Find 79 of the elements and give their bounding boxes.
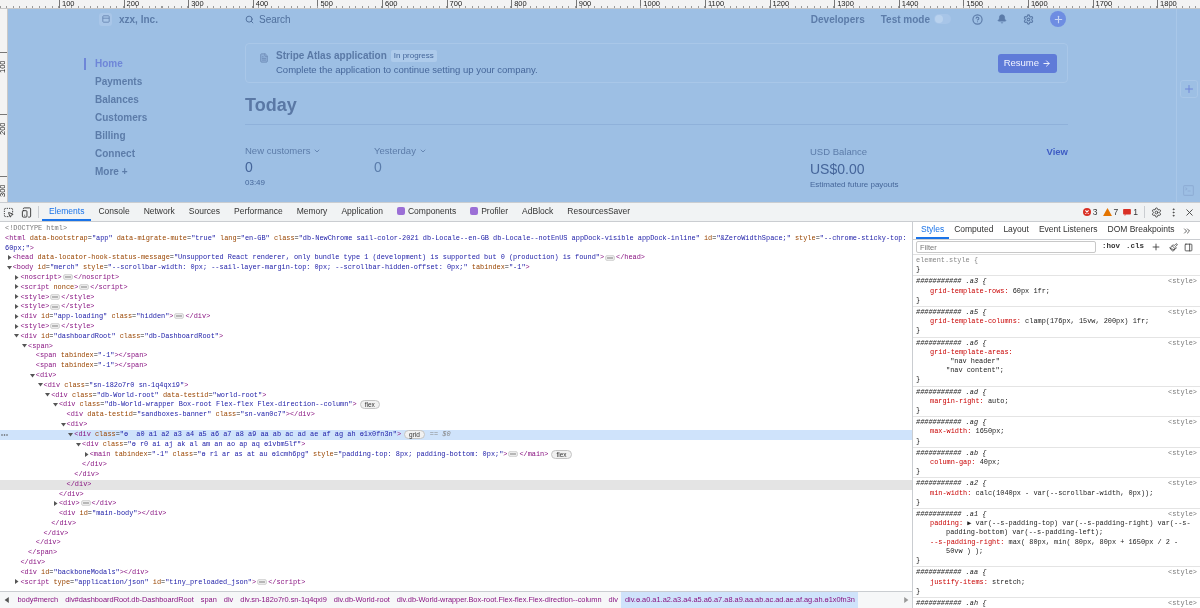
expand-arrow-icon[interactable] xyxy=(14,323,20,329)
device-icon[interactable] xyxy=(21,206,32,218)
new-rule-icon[interactable] xyxy=(1151,242,1162,252)
collapse-arrow-icon[interactable] xyxy=(29,372,35,378)
chevron-down-icon xyxy=(418,147,427,155)
store-logo-icon xyxy=(99,12,112,26)
banner-title: Stripe Atlas application xyxy=(276,49,387,64)
collapse-arrow-icon[interactable] xyxy=(6,264,12,270)
chevron-down-icon xyxy=(313,147,322,155)
arrow-right-icon xyxy=(1042,58,1051,68)
plus-icon xyxy=(1182,83,1195,95)
devtools-tab[interactable]: AdBlock xyxy=(515,203,561,221)
error-count-text: 3 xyxy=(1092,205,1098,219)
collapse-arrow-icon[interactable] xyxy=(37,382,43,388)
page-heading: Today xyxy=(245,95,297,115)
collapse-arrow-icon[interactable] xyxy=(22,343,28,349)
stat-value: 0 xyxy=(374,159,383,175)
issue-count[interactable]: 1 xyxy=(1123,205,1138,219)
warning-count-text: 7 xyxy=(1113,205,1119,219)
issue-count-text: 1 xyxy=(1133,205,1138,219)
error-count[interactable]: 3 xyxy=(1082,205,1098,219)
resume-button[interactable]: Resume xyxy=(997,53,1057,73)
stat-note: 03:49 xyxy=(245,178,267,188)
stat-value: 0 xyxy=(245,159,254,175)
issue-icon xyxy=(1123,208,1132,216)
sidebar-tab[interactable]: Styles xyxy=(916,222,950,239)
collapse-arrow-icon[interactable] xyxy=(76,441,81,447)
search-field[interactable]: Search xyxy=(259,11,409,27)
scroll-left-icon[interactable] xyxy=(4,597,10,603)
paintbrush-icon[interactable] xyxy=(1169,242,1179,252)
document-icon xyxy=(259,53,269,63)
devtools-tab[interactable]: Application xyxy=(334,203,390,221)
scroll-right-icon[interactable] xyxy=(903,597,909,603)
expand-arrow-icon[interactable] xyxy=(52,500,58,506)
inspect-icon[interactable] xyxy=(3,206,14,218)
sidebar-tab[interactable]: Computed xyxy=(949,222,999,239)
expand-arrow-icon[interactable] xyxy=(6,255,12,261)
collapse-arrow-icon[interactable] xyxy=(45,392,51,398)
sidebar-tab[interactable]: DOM Breakpoints xyxy=(1102,222,1180,239)
search-icon xyxy=(245,14,254,24)
extension-icon xyxy=(396,207,405,215)
banner-text: Complete the application to continue setting up your company. xyxy=(276,63,538,78)
stat-note: Estimated future payouts xyxy=(810,180,900,191)
expand-arrow-icon[interactable] xyxy=(14,294,20,300)
expand-arrow-icon[interactable] xyxy=(14,579,20,585)
stat-label: USD Balance xyxy=(810,146,868,159)
devtools-tab[interactable]: Network xyxy=(136,203,182,221)
devtools-tab[interactable]: Memory xyxy=(289,203,335,221)
error-icon xyxy=(1082,208,1091,216)
devtools-tab[interactable]: Console xyxy=(91,203,137,221)
expand-arrow-icon[interactable] xyxy=(14,304,20,310)
warning-count[interactable]: 7 xyxy=(1102,205,1119,219)
devtools-tab[interactable]: Elements xyxy=(42,203,92,221)
collapse-arrow-icon[interactable] xyxy=(14,333,20,339)
collapse-arrow-icon[interactable] xyxy=(68,432,74,438)
collapse-arrow-icon[interactable] xyxy=(52,402,58,408)
row-menu-icon[interactable] xyxy=(1,434,8,437)
devtools-tab[interactable]: Profiler xyxy=(463,203,516,221)
test-mode-toggle[interactable] xyxy=(934,14,951,24)
status-badge: In progress xyxy=(390,49,437,62)
expand-arrow-icon[interactable] xyxy=(14,313,20,319)
extension-icon xyxy=(470,207,479,215)
expand-arrow-icon[interactable] xyxy=(83,452,89,457)
devtools-tab[interactable]: Components xyxy=(389,203,464,221)
test-mode-label: Test mode xyxy=(880,12,930,27)
devtools-tab[interactable]: ResourcesSaver xyxy=(560,203,638,221)
sidebar-tab[interactable]: Layout xyxy=(998,222,1034,239)
close-icon[interactable] xyxy=(1184,206,1195,218)
warning-icon xyxy=(1102,208,1112,216)
expand-arrow-icon[interactable] xyxy=(14,284,20,290)
stat-value: US$0.00 xyxy=(810,161,866,178)
collapse-arrow-icon[interactable] xyxy=(60,421,66,427)
sidebar-tab[interactable]: Event Listeners xyxy=(1033,222,1103,239)
expand-arrow-icon[interactable] xyxy=(14,274,20,280)
devtools-tab[interactable]: Sources xyxy=(181,203,227,221)
devtools-tab[interactable]: Performance xyxy=(227,203,290,221)
plus-icon xyxy=(1052,13,1064,25)
settings-icon[interactable] xyxy=(1151,206,1162,218)
sidebar-toggle-icon[interactable] xyxy=(1184,242,1194,252)
